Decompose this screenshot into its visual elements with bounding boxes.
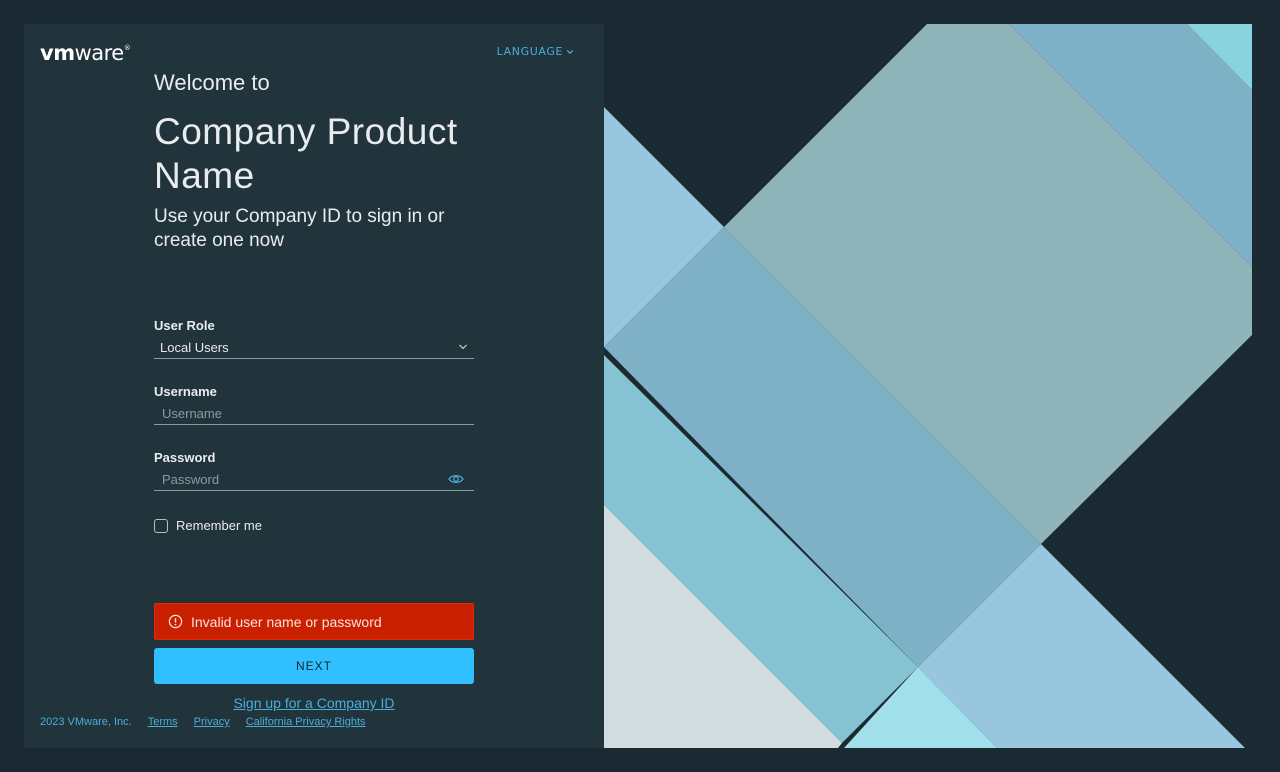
error-alert: Invalid user name or password	[154, 603, 474, 640]
decorative-background-art	[604, 24, 1256, 748]
privacy-link[interactable]: Privacy	[194, 716, 230, 728]
copyright: 2023 VMware, Inc.	[40, 716, 132, 728]
product-name: Company Product Name	[154, 111, 458, 196]
chevron-down-icon	[566, 49, 574, 54]
geometric-art	[604, 24, 1256, 748]
username-label: Username	[154, 384, 217, 399]
logo-reg: ®	[123, 44, 131, 52]
username-field	[154, 402, 474, 425]
exclamation-circle-icon	[168, 614, 183, 629]
username-input[interactable]	[154, 402, 474, 424]
remember-me-label[interactable]: Remember me	[176, 518, 262, 533]
password-field	[154, 468, 474, 491]
footer: 2023 VMware, Inc. Terms Privacy Californ…	[40, 716, 382, 728]
logo-vm: vm	[40, 41, 75, 65]
remember-me-checkbox[interactable]	[154, 518, 168, 533]
eye-icon[interactable]	[448, 473, 464, 485]
language-menu[interactable]: LANGUAGE	[497, 45, 574, 58]
login-panel: vmware® LANGUAGE Welcome to Company Prod…	[24, 24, 604, 748]
chevron-down-icon	[459, 344, 467, 350]
next-button[interactable]: NEXT	[154, 648, 474, 684]
terms-link[interactable]: Terms	[148, 716, 178, 728]
password-label: Password	[154, 450, 216, 465]
vmware-logo: vmware®	[40, 41, 131, 65]
user-role-label: User Role	[154, 318, 215, 333]
error-message: Invalid user name or password	[191, 613, 382, 630]
remember-me: Remember me	[154, 518, 262, 533]
sign-in-tagline: Use your Company ID to sign in or create…	[154, 206, 445, 251]
password-input[interactable]	[154, 468, 448, 490]
welcome-text: Welcome to	[154, 70, 270, 95]
user-role-value: Local Users	[160, 339, 229, 355]
user-role-select[interactable]: Local Users	[154, 336, 474, 359]
logo-ware: ware	[74, 41, 125, 65]
california-privacy-link[interactable]: California Privacy Rights	[246, 716, 366, 728]
language-label: LANGUAGE	[496, 45, 563, 58]
signup-link[interactable]: Sign up for a Company ID	[154, 695, 474, 711]
